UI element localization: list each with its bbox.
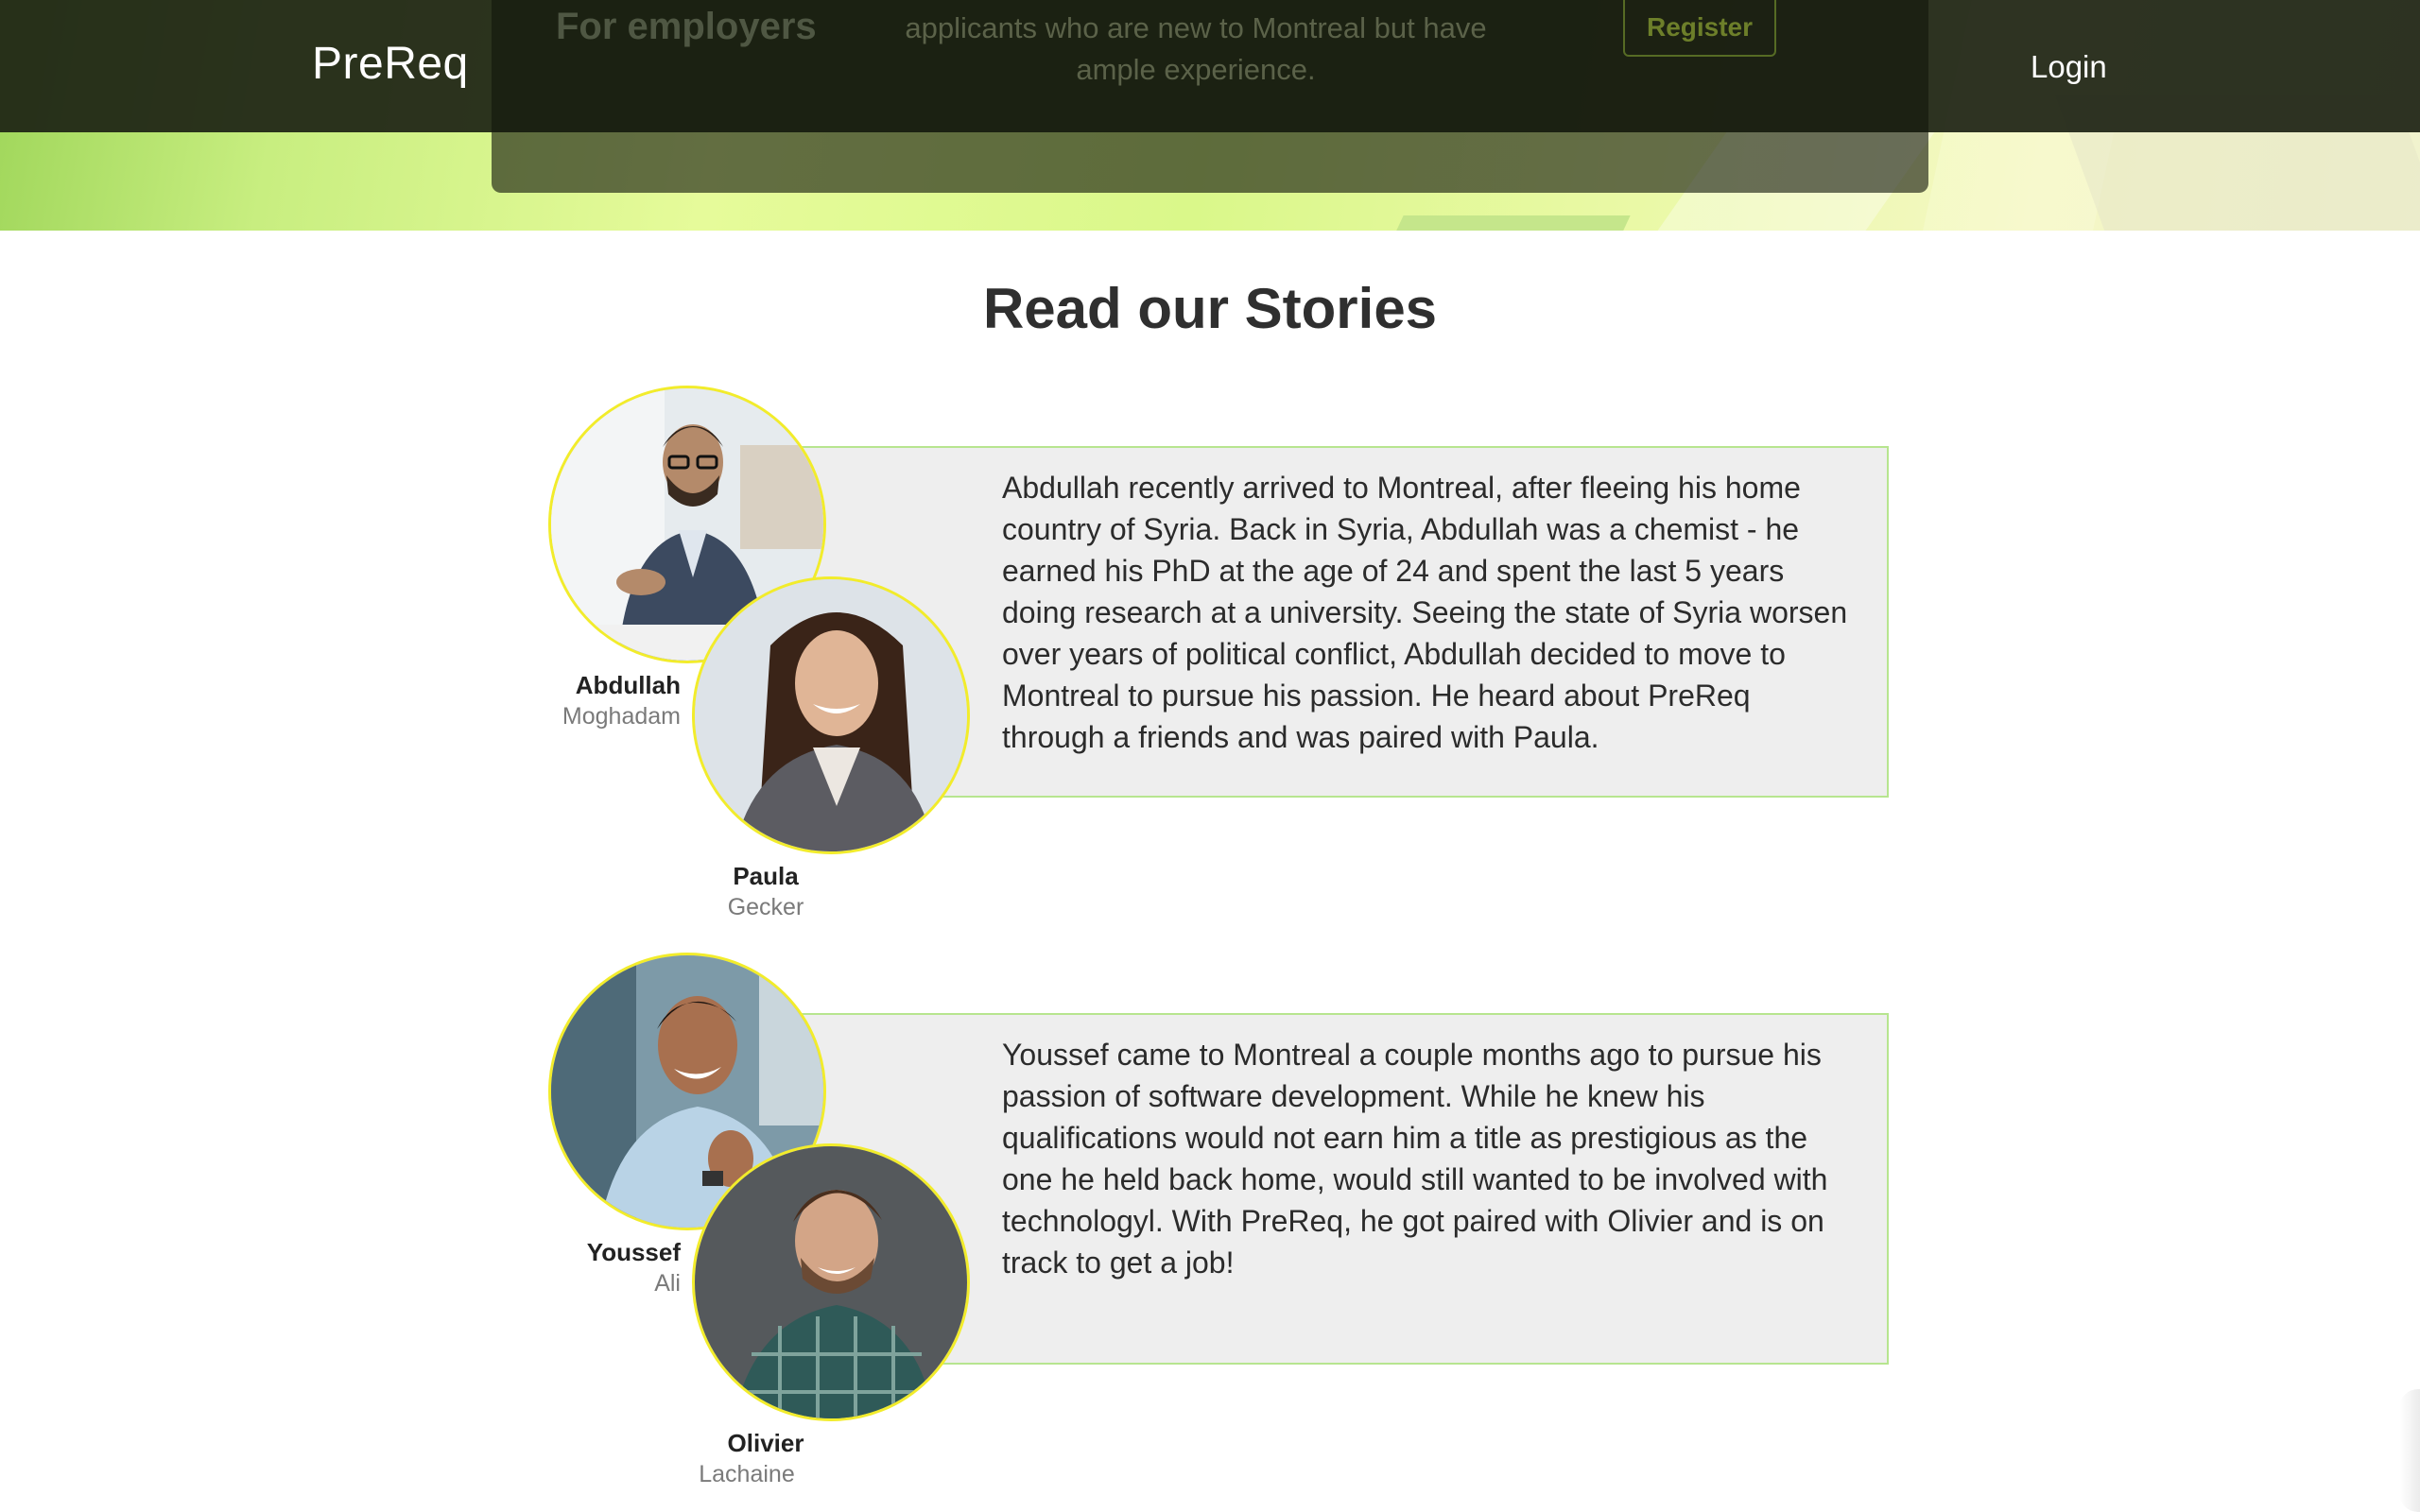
employers-description: applicants who are new to Montreal but h… [905,11,1487,86]
avatar-man-plaid-shirt-icon [695,1146,967,1418]
mentor-photo[interactable] [692,576,970,854]
mentor-last-name: Lachaine [699,1461,795,1487]
mentor-first-name: Olivier [727,1429,804,1457]
newcomer-first-name: Youssef [586,1238,681,1266]
mentor-last-name: Gecker [727,894,804,920]
story-text: Youssef came to Montreal a couple months… [1002,1038,1828,1280]
login-link[interactable]: Login [2031,49,2107,85]
avatar-woman-smiling-icon [695,579,967,851]
story-card: Youssef came to Montreal a couple months… [0,953,2420,1487]
brand-logo[interactable]: PreReq [312,38,469,90]
employers-card: For employers applicants who are new to … [492,0,1928,193]
story-text: Abdullah recently arrived to Montreal, a… [1002,471,1848,754]
mentor-first-name: Paula [733,862,799,890]
mentor-photo[interactable] [692,1143,970,1421]
newcomer-last-name: Ali [654,1270,681,1297]
stories-title: Read our Stories [982,277,1438,340]
hero-facet [1394,215,1631,231]
story-card: Abdullah recently arrived to Montreal, a… [0,386,2420,920]
scroll-edge-shadow [2399,1389,2420,1512]
newcomer-last-name: Moghadam [562,703,681,730]
register-button[interactable]: Register [1623,0,1776,57]
employers-heading: For employers [556,6,817,47]
newcomer-first-name: Abdullah [575,671,681,699]
